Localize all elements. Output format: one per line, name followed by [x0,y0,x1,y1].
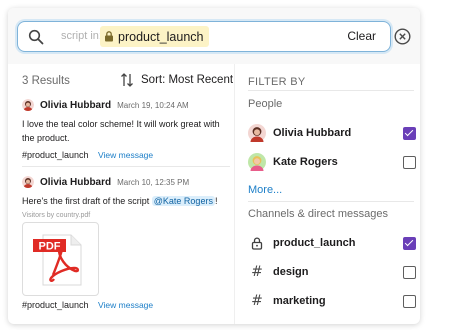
message-channel[interactable]: #product_launch [22,150,98,160]
search-prefix: script in: [61,30,102,42]
avatar [248,124,266,142]
results-header: 3 Results Sort: Most Recent [22,70,240,96]
more-people-link[interactable]: More... [248,184,282,196]
message-text-after: ! [214,196,218,206]
sort-icon [121,73,133,87]
message-text: I love the teal color scheme! It will wo… [22,119,220,143]
filter-title: FILTER BY [248,76,306,88]
message-item[interactable]: Olivia Hubbard March 10, 12:35 PM Here's… [22,175,232,310]
filter-divider [248,201,414,202]
results-count: 3 Results [22,75,70,87]
search-channel-token[interactable]: product_launch [100,26,210,47]
message-timestamp: March 19, 10:24 AM [117,100,189,110]
column-divider [234,64,235,324]
view-message-link[interactable]: View message [98,300,153,310]
filter-person-name: Olivia Hubbard [273,127,352,139]
file-attachment[interactable]: PDF [22,222,99,296]
view-message-link[interactable]: View message [98,150,153,160]
sort-button[interactable]: Sort: Most Recent [120,72,233,88]
avatar [248,153,266,171]
hash-icon: # [251,293,263,309]
filter-channel-name: product_launch [273,237,356,249]
search-token-label: product_launch [118,29,204,44]
channels-section-label: Channels & direct messages [248,208,389,220]
people-section-label: People [248,98,283,110]
search-icon [28,29,44,45]
close-icon[interactable] [394,28,411,45]
filter-person-name: Kate Rogers [273,156,338,168]
message-author: Olivia Hubbard [40,176,112,188]
pdf-label: PDF [39,241,61,253]
message-item[interactable]: Olivia Hubbard March 19, 10:24 AM I love… [22,98,232,160]
hash-icon: # [251,264,263,280]
search-area: script in: product_launch Clear [8,8,420,64]
clear-button[interactable]: Clear [347,29,376,43]
filter-checkbox[interactable] [403,294,416,308]
lock-icon [251,236,263,250]
sort-label: Sort: Most Recent [141,74,234,86]
filter-checkbox[interactable] [403,155,416,169]
filter-checkbox[interactable] [403,236,416,250]
filter-person-olivia[interactable]: Olivia Hubbard [248,122,416,144]
filter-checkbox[interactable] [403,126,416,140]
filter-channel-marketing[interactable]: # marketing [248,290,416,312]
search-input[interactable]: script in: product_launch Clear [17,21,391,52]
file-caption: Visitors by country.pdf [22,212,91,219]
search-panel: script in: product_launch Clear 3 Result… [8,8,420,324]
message-timestamp: March 10, 12:35 PM [117,177,190,187]
pdf-file-icon: PDF [33,234,82,286]
message-divider [22,166,230,167]
filter-channel-product-launch[interactable]: product_launch [248,232,416,254]
user-mention[interactable]: @Kate Rogers [151,196,215,206]
message-text: Here's the first draft of the script @Ka… [22,194,232,208]
filter-checkbox[interactable] [403,265,416,279]
avatar [22,99,34,111]
avatar [22,176,34,188]
filter-channel-name: design [273,266,309,278]
filter-channel-design[interactable]: # design [248,261,416,283]
message-author: Olivia Hubbard [40,99,112,111]
lock-icon [105,31,113,42]
message-channel[interactable]: #product_launch [22,300,98,310]
filter-channel-name: marketing [273,295,326,307]
filter-person-kate[interactable]: Kate Rogers [248,151,416,173]
message-text-before: Here's the first draft of the script [22,196,150,206]
filter-divider [248,90,414,91]
